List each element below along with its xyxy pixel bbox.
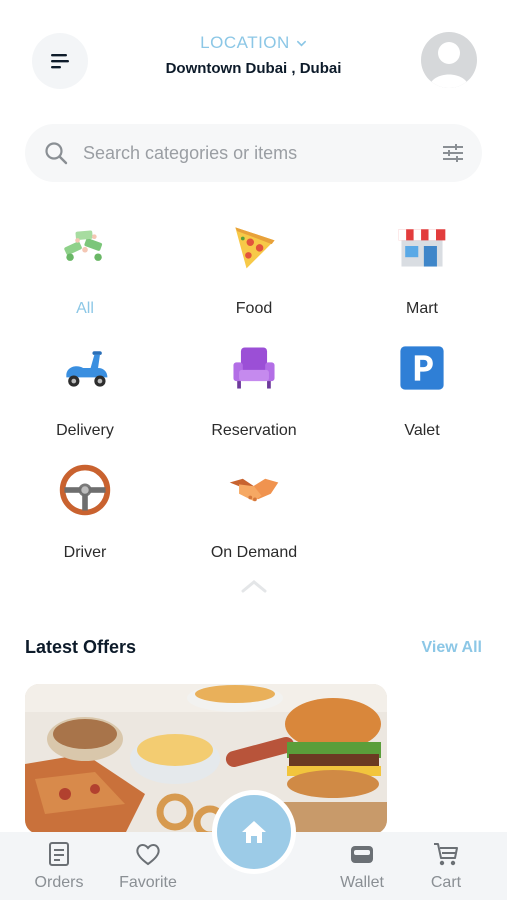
location-label: LOCATION	[200, 33, 290, 52]
category-label: All	[76, 300, 94, 317]
all-icon	[55, 216, 115, 276]
category-food[interactable]: Food	[184, 216, 324, 318]
chevron-down-icon	[296, 40, 306, 47]
category-label: Delivery	[56, 422, 114, 439]
offer-banner[interactable]	[25, 684, 387, 834]
location-value: Downtown Dubai , Dubai	[165, 60, 342, 77]
category-label: Valet	[404, 422, 440, 439]
avatar[interactable]	[421, 32, 477, 88]
home-button[interactable]	[212, 790, 296, 874]
location-selector[interactable]: LOCATION Downtown Dubai , Dubai	[120, 33, 387, 77]
nav-orders[interactable]: Orders	[19, 840, 99, 892]
armchair-icon	[224, 338, 284, 398]
nav-wallet[interactable]: Wallet	[322, 840, 402, 892]
category-label: Reservation	[211, 422, 297, 439]
category-driver[interactable]: Driver	[15, 460, 155, 562]
nav-label: Wallet	[340, 874, 384, 891]
filter-icon[interactable]	[440, 140, 466, 166]
steering-wheel-icon	[55, 460, 115, 520]
nav-cart[interactable]: Cart	[406, 840, 486, 892]
offers-header: Latest Offers View All	[25, 637, 482, 658]
wallet-icon	[351, 846, 373, 863]
category-valet[interactable]: Valet	[352, 338, 492, 440]
category-label: Food	[235, 300, 273, 317]
category-on-demand[interactable]: On Demand	[184, 460, 324, 562]
category-mart[interactable]: Mart	[352, 216, 492, 318]
parking-icon	[392, 338, 452, 398]
category-label: Driver	[63, 544, 107, 561]
menu-icon	[51, 54, 69, 69]
cart-icon	[434, 843, 458, 866]
chevron-up-icon[interactable]	[240, 578, 268, 594]
scooter-icon	[55, 338, 115, 398]
category-label: Mart	[406, 300, 438, 317]
user-silhouette-icon	[429, 42, 469, 88]
search-bar[interactable]: Search categories or items	[25, 124, 482, 182]
category-delivery[interactable]: Delivery	[15, 338, 155, 440]
nav-label: Favorite	[119, 874, 177, 891]
home-icon	[242, 821, 266, 843]
category-reservation[interactable]: Reservation	[184, 338, 324, 440]
location-label-row: LOCATION	[200, 33, 307, 53]
category-label: On Demand	[210, 544, 298, 561]
nav-favorite[interactable]: Favorite	[108, 840, 188, 892]
search-icon	[45, 142, 68, 165]
nav-label: Cart	[430, 874, 462, 891]
orders-icon	[49, 842, 69, 866]
handshake-icon	[224, 460, 284, 520]
offers-title: Latest Offers	[25, 637, 137, 657]
heart-icon	[136, 844, 160, 866]
food-spread-image	[25, 684, 387, 834]
nav-label: Orders	[34, 874, 84, 891]
store-icon	[392, 216, 452, 276]
pizza-icon	[224, 216, 284, 276]
menu-button[interactable]	[32, 33, 88, 89]
view-all-link[interactable]: View All	[422, 639, 482, 657]
app-header: LOCATION Downtown Dubai , Dubai	[0, 30, 507, 92]
category-all[interactable]: All	[15, 216, 155, 318]
search-input[interactable]: Search categories or items	[83, 143, 440, 164]
